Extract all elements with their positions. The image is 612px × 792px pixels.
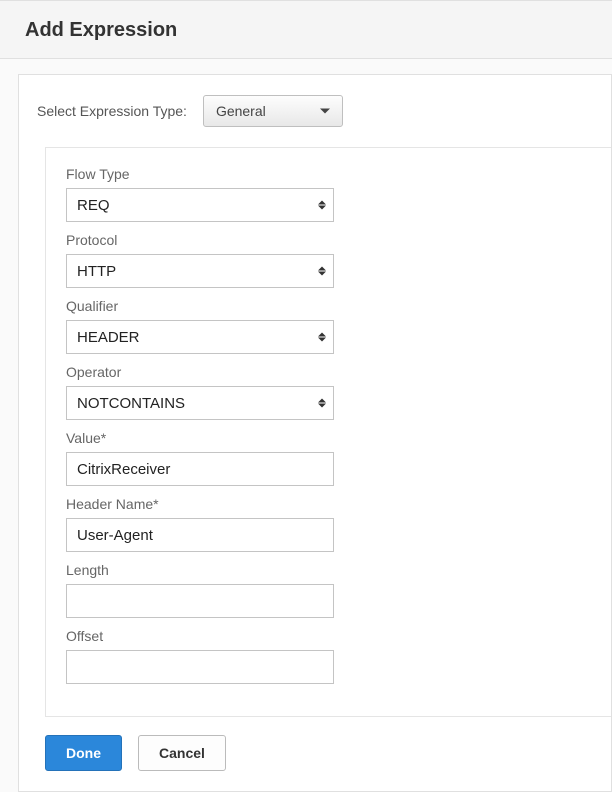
qualifier-select[interactable]: [66, 320, 334, 354]
flow-type-select[interactable]: [66, 188, 334, 222]
chevron-down-icon: [320, 109, 330, 114]
header-name-group: Header Name*: [66, 496, 591, 552]
done-button[interactable]: Done: [45, 735, 122, 771]
operator-select[interactable]: [66, 386, 334, 420]
value-input[interactable]: [66, 452, 334, 486]
value-group: Value*: [66, 430, 591, 486]
header-name-label: Header Name*: [66, 496, 591, 512]
flow-type-label: Flow Type: [66, 166, 591, 182]
button-row: Done Cancel: [45, 735, 611, 771]
expression-type-label: Select Expression Type:: [37, 103, 187, 119]
dialog-title: Add Expression: [25, 19, 587, 42]
expression-type-row: Select Expression Type: General: [37, 95, 611, 127]
flow-type-group: Flow Type: [66, 166, 591, 222]
dialog-header: Add Expression: [0, 0, 612, 59]
protocol-value[interactable]: [66, 254, 334, 288]
operator-label: Operator: [66, 364, 591, 380]
main-panel: Select Expression Type: General Flow Typ…: [18, 74, 612, 792]
header-name-input[interactable]: [66, 518, 334, 552]
cancel-button[interactable]: Cancel: [138, 735, 226, 771]
protocol-select[interactable]: [66, 254, 334, 288]
protocol-label: Protocol: [66, 232, 591, 248]
protocol-group: Protocol: [66, 232, 591, 288]
length-input[interactable]: [66, 584, 334, 618]
offset-input[interactable]: [66, 650, 334, 684]
expression-type-value: General: [216, 103, 266, 119]
qualifier-value[interactable]: [66, 320, 334, 354]
length-group: Length: [66, 562, 591, 618]
expression-type-dropdown[interactable]: General: [203, 95, 343, 127]
offset-label: Offset: [66, 628, 591, 644]
value-label: Value*: [66, 430, 591, 446]
operator-value[interactable]: [66, 386, 334, 420]
length-label: Length: [66, 562, 591, 578]
qualifier-label: Qualifier: [66, 298, 591, 314]
flow-type-value[interactable]: [66, 188, 334, 222]
form-panel: Flow Type Protocol Qualifier Operator: [45, 147, 611, 717]
operator-group: Operator: [66, 364, 591, 420]
qualifier-group: Qualifier: [66, 298, 591, 354]
offset-group: Offset: [66, 628, 591, 684]
